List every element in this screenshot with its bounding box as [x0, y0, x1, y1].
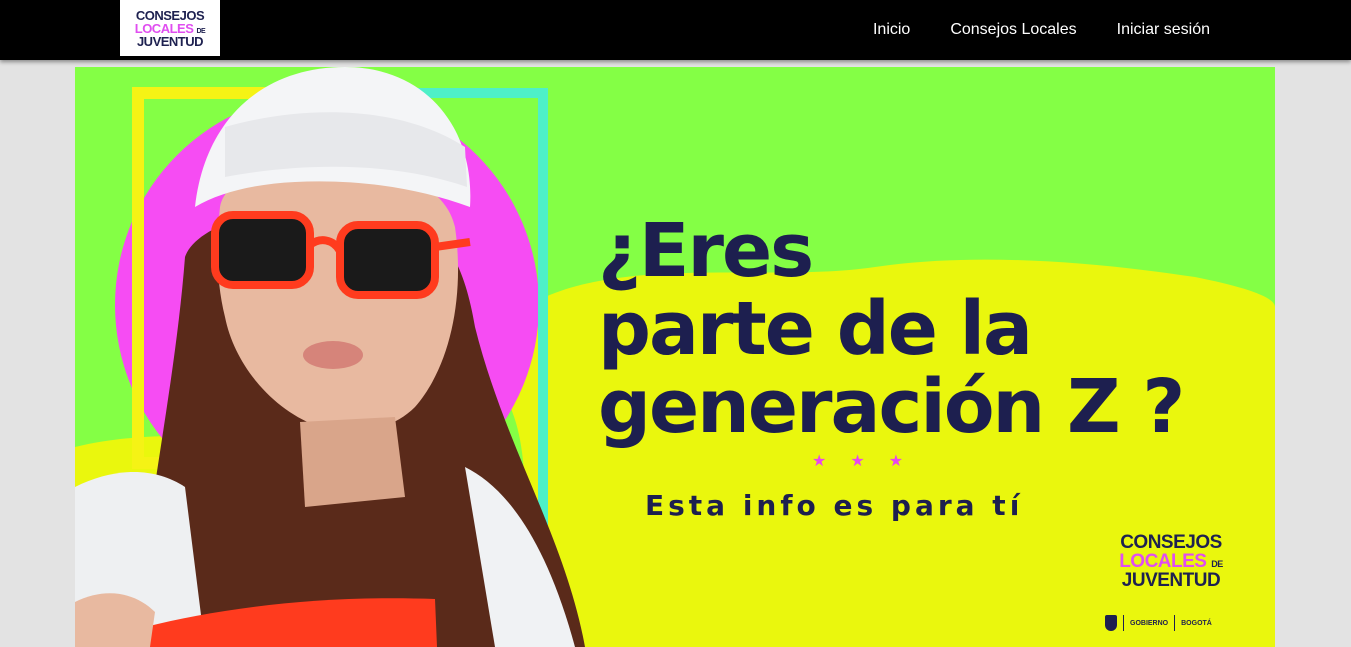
lips: [303, 341, 363, 369]
hero-banner: ¿Eres parte de la generación Z ? ★★★ Est…: [75, 67, 1275, 647]
headline-line-3: generación Z ?: [598, 364, 1185, 450]
headline-line-2: parte de la: [598, 286, 1033, 372]
neck: [300, 417, 405, 507]
sponsor-divider: [1174, 615, 1176, 631]
bogota-label: BOGOTÁ: [1181, 619, 1212, 627]
nav-link-inicio[interactable]: Inicio: [873, 21, 910, 39]
nav-link-iniciar-sesion[interactable]: Iniciar sesión: [1117, 21, 1210, 39]
secretaria-gobierno-label: GOBIERNO: [1130, 619, 1169, 627]
main-nav: Inicio Consejos Locales Iniciar sesión: [833, 0, 1210, 60]
logo-line-3: JUVENTUD: [136, 33, 204, 49]
hero-subline: Esta info es para tí: [645, 489, 1024, 522]
sponsor-logos: GOBIERNO BOGOTÁ: [1105, 615, 1212, 631]
hero-headline: ¿Eres parte de la generación Z ?: [598, 208, 1185, 450]
top-navbar: CONSEJOS LOCALES DE JUVENTUD Inicio Cons…: [0, 0, 1351, 60]
nav-link-consejos-locales[interactable]: Consejos Locales: [950, 21, 1076, 39]
bogota-shield-icon: [1105, 615, 1117, 631]
sponsor-divider: [1123, 615, 1124, 631]
logo-line-2: LOCALES DE: [134, 20, 206, 36]
campaign-logo-line-3: JUVENTUD: [1121, 570, 1221, 591]
site-logo[interactable]: CONSEJOS LOCALES DE JUVENTUD: [120, 0, 220, 56]
headline-line-1: ¿Eres: [598, 208, 814, 294]
campaign-logo: CONSEJOS LOCALES DE JUVENTUD: [1107, 533, 1235, 590]
campaign-logo-line-1: CONSEJOS: [1120, 532, 1222, 553]
campaign-logo-line-2: LOCALES DE: [1119, 551, 1223, 572]
decorative-stars-icon: ★★★: [812, 453, 928, 470]
